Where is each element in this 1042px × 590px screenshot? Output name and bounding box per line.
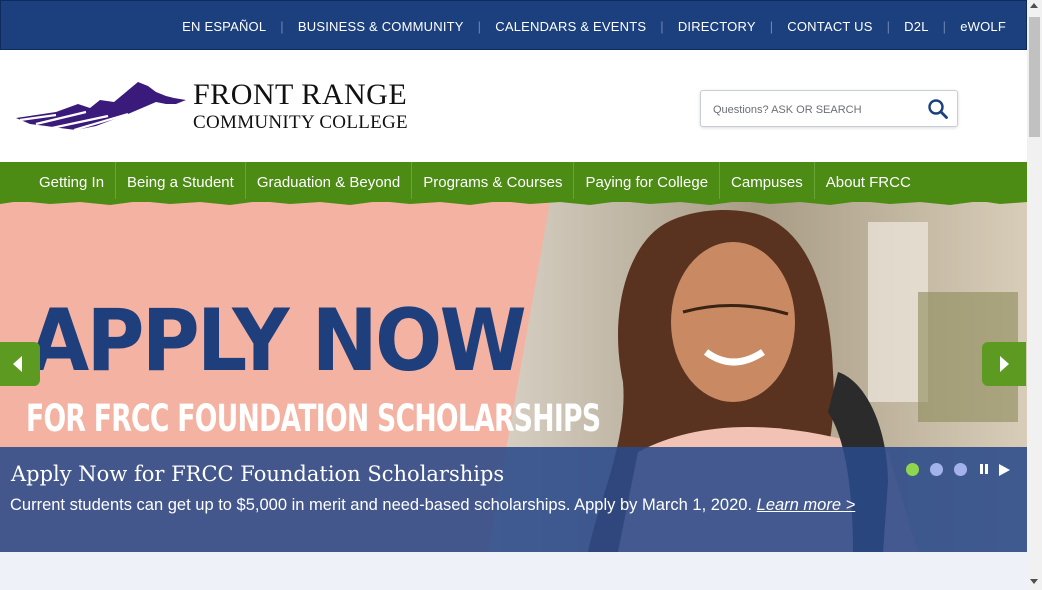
utility-bar: EN ESPAÑOL | BUSINESS & COMMUNITY | CALE… (0, 0, 1027, 50)
logo-text-line1: FRONT RANGE (193, 78, 408, 111)
chevron-left-icon (13, 356, 22, 372)
utility-item-directory[interactable]: DIRECTORY (678, 19, 756, 34)
nav-item-paying[interactable]: Paying for College (573, 162, 719, 202)
college-logo[interactable]: FRONT RANGE COMMUNITY COLLEGE (16, 78, 408, 136)
hero-subheadline: FOR FRCC FOUNDATION SCHOLARSHIPS (26, 397, 601, 440)
carousel-controls (906, 463, 1010, 476)
pause-icon[interactable] (979, 463, 989, 476)
page: EN ESPAÑOL | BUSINESS & COMMUNITY | CALE… (0, 0, 1027, 590)
utility-separator: | (477, 18, 482, 34)
utility-item-contact[interactable]: CONTACT US (787, 19, 872, 34)
nav-item-graduation[interactable]: Graduation & Beyond (244, 162, 411, 202)
utility-link[interactable]: CONTACT US (787, 19, 872, 34)
utility-separator: | (769, 18, 774, 34)
chevron-right-icon (1000, 356, 1009, 372)
search-box (700, 90, 958, 127)
utility-item-espanol[interactable]: EN ESPAÑOL (182, 19, 266, 34)
caption-title: Apply Now for FRCC Foundation Scholarshi… (11, 462, 505, 486)
nav-item-about[interactable]: About FRCC (813, 162, 922, 202)
scroll-up-arrow-icon[interactable] (1030, 3, 1038, 8)
scrollbar-thumb[interactable] (1029, 17, 1040, 137)
utility-separator: | (942, 18, 947, 34)
utility-link[interactable]: eWOLF (960, 19, 1006, 34)
logo-text-line2: COMMUNITY COLLEGE (193, 112, 408, 133)
utility-item-d2l[interactable]: D2L (904, 19, 928, 34)
utility-item-business[interactable]: BUSINESS & COMMUNITY (298, 19, 464, 34)
utility-item-calendars[interactable]: CALENDARS & EVENTS (495, 19, 646, 34)
utility-nav: EN ESPAÑOL | BUSINESS & COMMUNITY | CALE… (182, 1, 1006, 51)
main-nav: Getting In Being a Student Graduation & … (0, 162, 1027, 202)
caption-body: Current students can get up to $5,000 in… (10, 496, 753, 514)
utility-separator: | (660, 18, 664, 34)
hero-carousel: APPLY NOW FOR FRCC FOUNDATION SCHOLARSHI… (0, 202, 1027, 552)
carousel-dot-3[interactable] (954, 463, 967, 476)
utility-separator: | (280, 18, 284, 34)
nav-item-getting-in[interactable]: Getting In (28, 162, 115, 202)
nav-torn-edge (0, 199, 1027, 205)
carousel-prev-button[interactable] (0, 342, 40, 386)
utility-link[interactable]: BUSINESS & COMMUNITY (298, 19, 464, 34)
caption-text: Current students can get up to $5,000 in… (10, 496, 855, 515)
nav-item-programs[interactable]: Programs & Courses (411, 162, 573, 202)
utility-link[interactable]: CALENDARS & EVENTS (495, 19, 646, 34)
utility-item-ewolf[interactable]: eWOLF (960, 19, 1006, 34)
scroll-down-arrow-icon[interactable] (1030, 579, 1038, 584)
utility-link[interactable]: D2L (904, 19, 928, 34)
search-input[interactable] (711, 99, 915, 121)
carousel-caption: Apply Now for FRCC Foundation Scholarshi… (0, 447, 1027, 552)
utility-link[interactable]: DIRECTORY (678, 19, 756, 34)
nav-item-campuses[interactable]: Campuses (719, 162, 814, 202)
mountain-logo-icon (16, 82, 186, 132)
page-scrollbar[interactable] (1027, 0, 1042, 590)
hero-headline: APPLY NOW (28, 291, 527, 391)
carousel-next-button[interactable] (982, 342, 1026, 386)
carousel-dot-1[interactable] (906, 463, 919, 476)
carousel-dot-2[interactable] (930, 463, 943, 476)
site-header: FRONT RANGE COMMUNITY COLLEGE (0, 50, 1027, 162)
utility-separator: | (886, 18, 891, 34)
play-icon[interactable] (999, 463, 1010, 476)
search-button[interactable] (927, 98, 949, 120)
learn-more-link[interactable]: Learn more > (757, 496, 856, 514)
nav-item-being-a-student[interactable]: Being a Student (115, 162, 245, 202)
search-icon (928, 99, 948, 119)
utility-link[interactable]: EN ESPAÑOL (182, 19, 266, 34)
